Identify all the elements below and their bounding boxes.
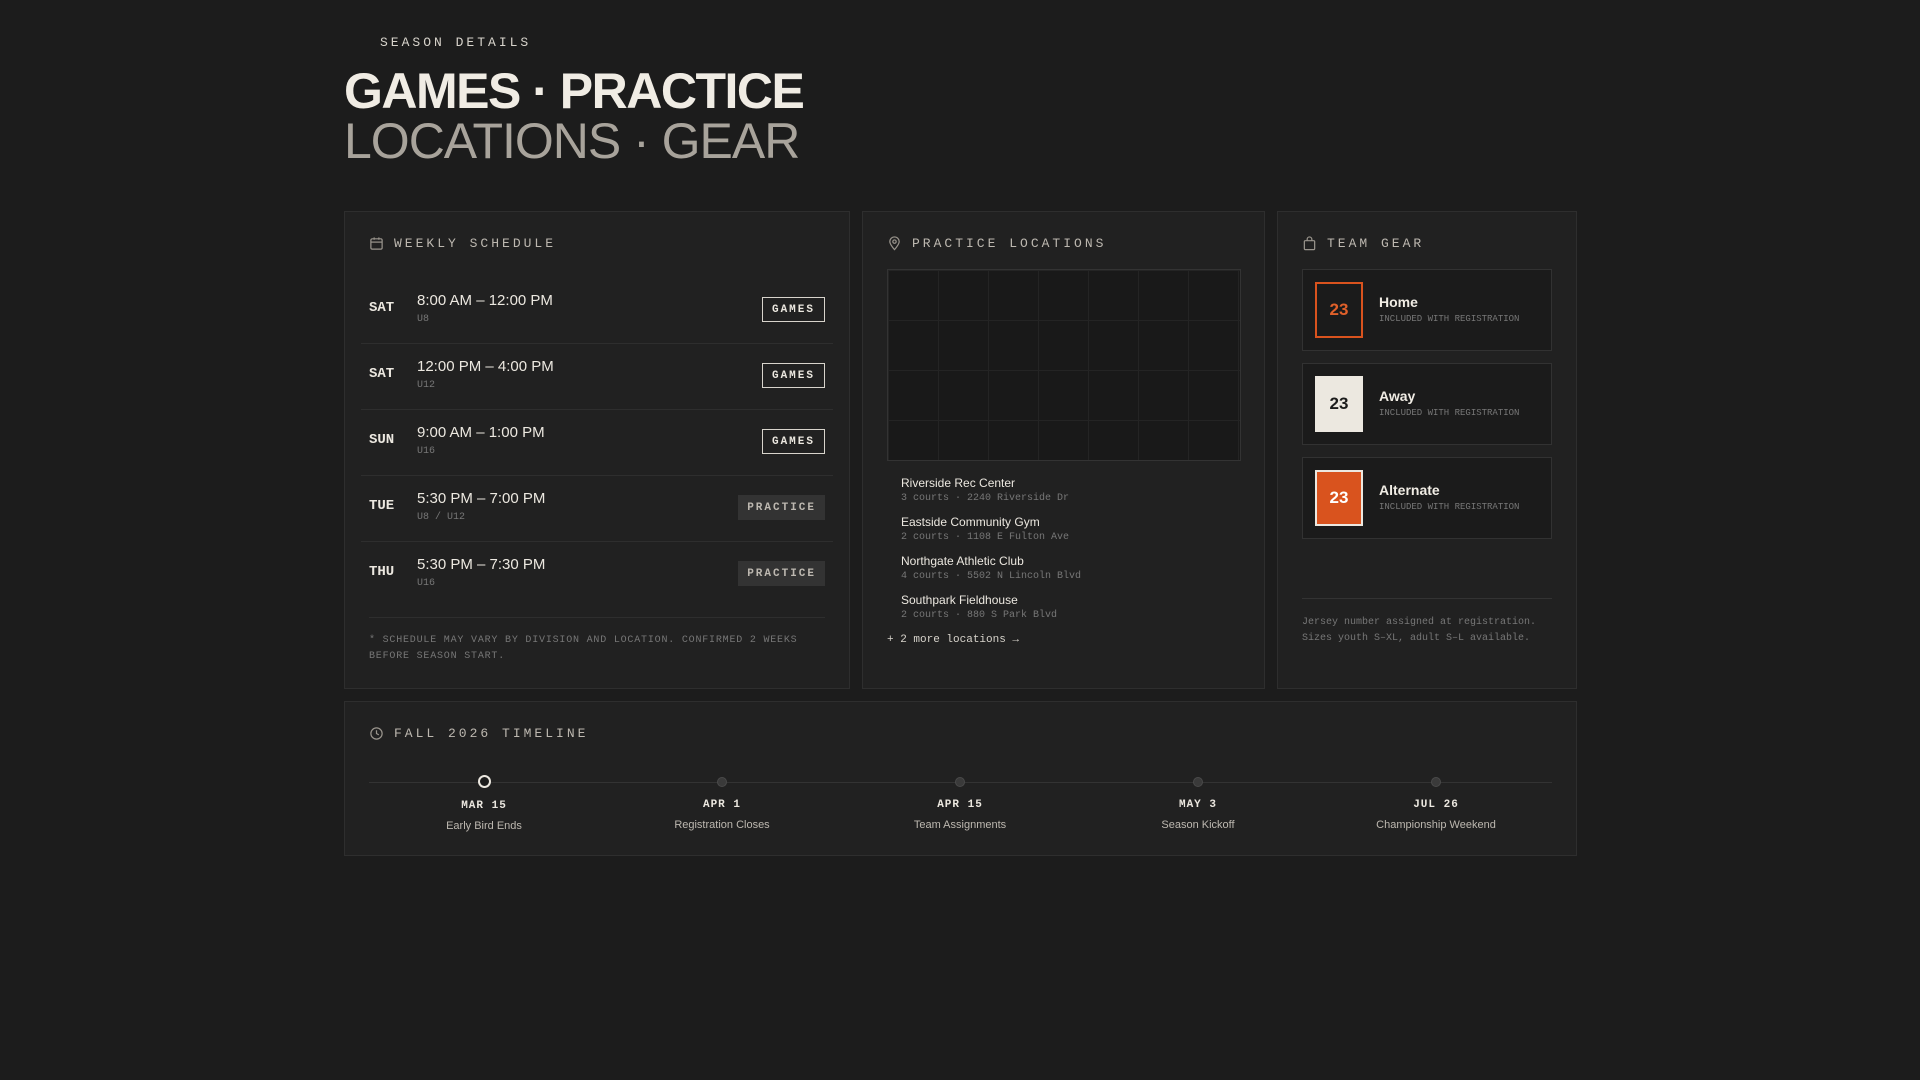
location-item[interactable]: Northgate Athletic Club 4 courts · 5502 …: [901, 554, 1241, 593]
location-item[interactable]: Riverside Rec Center 3 courts · 2240 Riv…: [901, 476, 1241, 515]
schedule-row: SAT 12:00 PM – 4:00 PM U12 GAMES: [361, 344, 833, 410]
timeline-step: APR 1 Registration Closes: [622, 775, 822, 831]
bag-icon: [1302, 236, 1317, 251]
practice-locations-title: PRACTICE LOCATIONS: [912, 236, 1107, 251]
page: SEASON DETAILS GAMES · PRACTICE LOCATION…: [0, 0, 1920, 1080]
location-name: Eastside Community Gym: [901, 515, 1040, 529]
gear-name: Home: [1379, 294, 1418, 310]
timeline-date: APR 15: [937, 799, 983, 811]
jersey-home: 23: [1315, 282, 1363, 338]
location-name: Southpark Fieldhouse: [901, 593, 1018, 607]
practice-locations-header: PRACTICE LOCATIONS: [887, 236, 1106, 251]
timeline-label: Championship Weekend: [1376, 819, 1496, 831]
location-item[interactable]: Eastside Community Gym 2 courts · 1108 E…: [901, 515, 1241, 554]
weekly-schedule-title: WEEKLY SCHEDULE: [394, 236, 557, 251]
timeline-date: JUL 26: [1413, 799, 1459, 811]
location-meta: 3 courts · 2240 Riverside Dr: [901, 493, 1070, 504]
schedule-day: SUN: [369, 432, 395, 448]
team-gear-card: TEAM GEAR 23 Home INCLUDED WITH REGISTRA…: [1277, 211, 1577, 689]
gear-subtitle: INCLUDED WITH REGISTRATION: [1379, 314, 1520, 324]
schedule-division: U12: [417, 380, 436, 391]
weekly-schedule-header: WEEKLY SCHEDULE: [369, 236, 556, 251]
games-tag: GAMES: [761, 363, 825, 388]
timeline-header: FALL 2026 TIMELINE: [369, 726, 588, 741]
timeline-step: MAR 15 Early Bird Ends: [384, 775, 584, 832]
schedule-division: U16: [417, 446, 436, 457]
schedule-time: 5:30 PM – 7:30 PM: [417, 556, 546, 573]
location-meta: 2 courts · 880 S Park Blvd: [901, 610, 1058, 621]
gear-item-away[interactable]: 23 Away INCLUDED WITH REGISTRATION: [1302, 363, 1552, 445]
schedule-day: SAT: [369, 300, 395, 316]
gear-note: Jersey number assigned at registration. …: [1302, 598, 1552, 647]
timeline-step: APR 15 Team Assignments: [860, 775, 1060, 831]
timeline-date: APR 1: [702, 799, 741, 811]
weekly-schedule-card: WEEKLY SCHEDULE SAT 8:00 AM – 12:00 PM U…: [344, 211, 850, 689]
games-tag: GAMES: [761, 429, 825, 454]
page-subtitle: LOCATIONS · GEAR: [344, 113, 800, 169]
gear-item-alternate[interactable]: 23 Alternate INCLUDED WITH REGISTRATION: [1302, 457, 1552, 539]
schedule-time: 8:00 AM – 12:00 PM: [417, 292, 553, 309]
schedule-time: 5:30 PM – 7:00 PM: [417, 490, 546, 507]
practice-tag: PRACTICE: [738, 495, 825, 520]
schedule-time: 12:00 PM – 4:00 PM: [417, 358, 554, 375]
timeline-dot: [717, 777, 727, 787]
page-title: GAMES · PRACTICE: [344, 63, 805, 119]
schedule-list: SAT 8:00 AM – 12:00 PM U8 GAMES SAT 12:0…: [361, 278, 833, 608]
schedule-day: TUE: [369, 498, 395, 514]
timeline-label: Season Kickoff: [1161, 819, 1235, 831]
gear-name: Away: [1379, 388, 1416, 404]
practice-tag: PRACTICE: [738, 561, 825, 586]
schedule-time: 9:00 AM – 1:00 PM: [417, 424, 545, 441]
schedule-row: SAT 8:00 AM – 12:00 PM U8 GAMES: [361, 278, 833, 344]
timeline-step: MAY 3 Season Kickoff: [1098, 775, 1298, 831]
timeline-dot: [1193, 777, 1203, 787]
locations-list: Riverside Rec Center 3 courts · 2240 Riv…: [901, 476, 1241, 632]
gear-item-home[interactable]: 23 Home INCLUDED WITH REGISTRATION: [1302, 269, 1552, 351]
schedule-division: U16: [417, 578, 436, 589]
timeline-dot: [1431, 777, 1441, 787]
locations-map[interactable]: [887, 269, 1241, 461]
location-name: Riverside Rec Center: [901, 476, 1016, 490]
season-timeline-card: FALL 2026 TIMELINE MAR 15 Early Bird End…: [344, 701, 1577, 856]
calendar-icon: [369, 236, 384, 251]
schedule-note: * SCHEDULE MAY VARY BY DIVISION AND LOCA…: [369, 617, 825, 665]
schedule-row: TUE 5:30 PM – 7:00 PM U8 / U12 PRACTICE: [361, 476, 833, 542]
timeline-label: Registration Closes: [674, 819, 770, 831]
timeline-date: MAY 3: [1178, 799, 1217, 811]
schedule-day: THU: [369, 564, 395, 580]
schedule-row: SUN 9:00 AM – 1:00 PM U16 GAMES: [361, 410, 833, 476]
practice-locations-card: PRACTICE LOCATIONS Riverside Rec Center …: [862, 211, 1265, 689]
timeline-label: Team Assignments: [913, 819, 1007, 831]
jersey-away: 23: [1315, 376, 1363, 432]
page-eyebrow: SEASON DETAILS: [380, 35, 532, 50]
timeline-dot: [955, 777, 965, 787]
timeline-dot-active: [477, 775, 491, 788]
gear-subtitle: INCLUDED WITH REGISTRATION: [1379, 502, 1520, 512]
location-item[interactable]: Southpark Fieldhouse 2 courts · 880 S Pa…: [901, 593, 1241, 632]
team-gear-title: TEAM GEAR: [1327, 236, 1425, 251]
timeline-step: JUL 26 Championship Weekend: [1336, 775, 1536, 831]
gear-subtitle: INCLUDED WITH REGISTRATION: [1379, 408, 1520, 418]
schedule-row: THU 5:30 PM – 7:30 PM U16 PRACTICE: [361, 542, 833, 608]
location-meta: 2 courts · 1108 E Fulton Ave: [901, 532, 1070, 543]
timeline-title: FALL 2026 TIMELINE: [394, 726, 589, 741]
timeline-date: MAR 15: [461, 800, 507, 812]
gear-name: Alternate: [1379, 482, 1440, 498]
more-locations-link[interactable]: + 2 more locations →: [887, 634, 1019, 646]
clock-icon: [369, 726, 384, 741]
timeline-label: Early Bird Ends: [446, 820, 522, 832]
location-meta: 4 courts · 5502 N Lincoln Blvd: [901, 571, 1082, 582]
location-name: Northgate Athletic Club: [901, 554, 1024, 568]
games-tag: GAMES: [761, 297, 825, 322]
jersey-alternate: 23: [1315, 470, 1363, 526]
schedule-division: U8: [417, 314, 430, 325]
schedule-day: SAT: [369, 366, 395, 382]
schedule-division: U8 / U12: [417, 512, 466, 523]
team-gear-header: TEAM GEAR: [1302, 236, 1424, 251]
map-pin-icon: [887, 236, 902, 251]
